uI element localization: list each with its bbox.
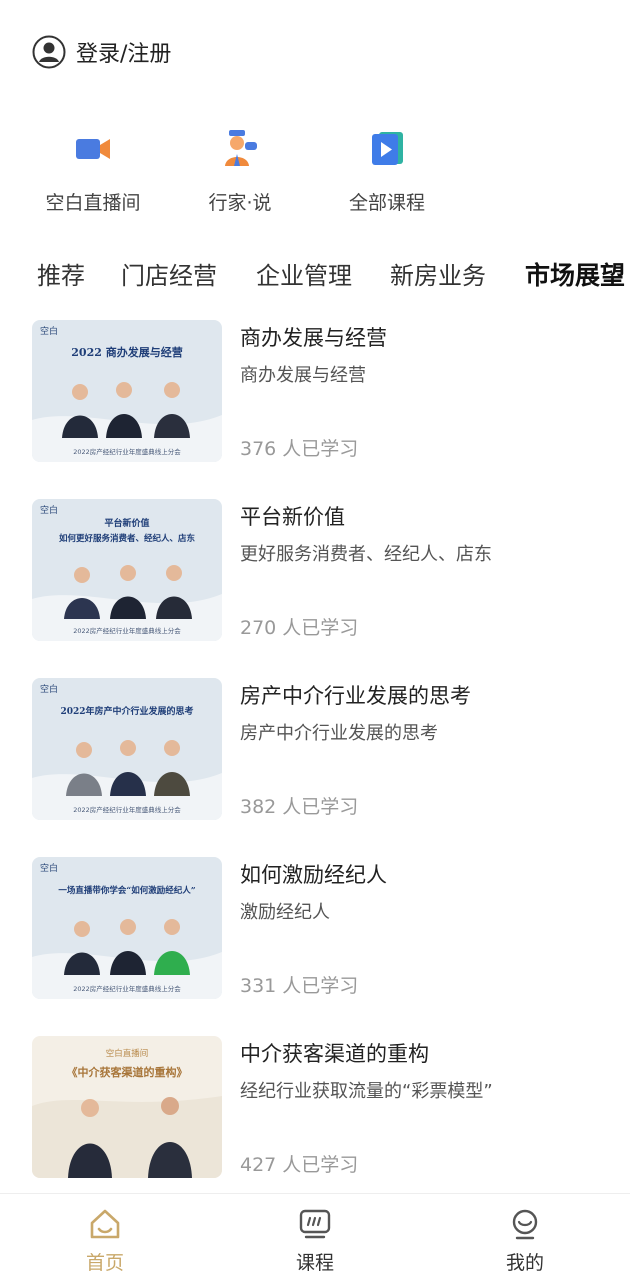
course-subtitle: 经纪行业获取流量的“彩票模型” bbox=[240, 1081, 493, 1102]
tab-recommend[interactable]: 推荐 bbox=[37, 256, 85, 291]
play-book-icon bbox=[372, 132, 403, 165]
course-learner-count: 270 人已学习 bbox=[240, 617, 359, 639]
quick-links: 空白直播间 行家·说 全部课程 bbox=[0, 128, 630, 228]
user-circle-icon bbox=[32, 35, 66, 69]
thumb-logo: 空白 bbox=[40, 683, 58, 695]
course-subtitle: 激励经纪人 bbox=[240, 902, 330, 923]
speaker-person-icon bbox=[225, 130, 257, 166]
thumb-heading: 平台新价值 bbox=[104, 517, 149, 529]
thumb-footer: 2022房产经纪行业年度盛典线上分会 bbox=[73, 805, 181, 814]
course-learner-count: 382 人已学习 bbox=[240, 796, 359, 818]
video-camera-icon bbox=[76, 139, 110, 159]
course-thumbnail: 空白 一场直播带你学会“如何激励经纪人” 2022房产经纪行业年度盛典线上分会 bbox=[32, 857, 222, 999]
thumb-heading: 2022 商办发展与经营 bbox=[71, 345, 182, 359]
quick-link-all-courses[interactable]: 全部课程 bbox=[322, 128, 452, 215]
quick-link-label: 行家·说 bbox=[208, 192, 272, 214]
course-title: 房产中介行业发展的思考 bbox=[240, 684, 471, 708]
course-title: 如何激励经纪人 bbox=[240, 863, 387, 887]
tab-new-home-business[interactable]: 新房业务 bbox=[390, 256, 486, 291]
login-register-label: 登录/注册 bbox=[76, 42, 172, 67]
login-register-button[interactable]: 登录/注册 bbox=[32, 34, 171, 70]
course-item[interactable]: 空白 一场直播带你学会“如何激励经纪人” 2022房产经纪行业年度盛典线上分会 … bbox=[0, 855, 630, 1000]
category-tabs: 推荐 门店经营 企业管理 新房业务 市场展望 bbox=[0, 256, 630, 300]
quick-link-live-room[interactable]: 空白直播间 bbox=[28, 128, 158, 215]
course-screen-icon bbox=[299, 1209, 331, 1239]
nav-courses[interactable]: 课程 bbox=[255, 1206, 375, 1275]
thumb-heading: 一场直播带你学会“如何激励经纪人” bbox=[58, 885, 195, 896]
course-item[interactable]: 空白 2022年房产中介行业发展的思考 2022房产经纪行业年度盛典线上分会 房… bbox=[0, 676, 630, 821]
course-thumbnail: 空白直播间 《中介获客渠道的重构》 bbox=[32, 1036, 222, 1178]
course-title: 平台新价值 bbox=[240, 505, 345, 529]
nav-profile[interactable]: 我的 bbox=[465, 1206, 585, 1275]
thumb-logo: 空白 bbox=[40, 862, 58, 874]
course-title: 中介获客渠道的重构 bbox=[240, 1042, 429, 1066]
thumb-footer: 2022房产经纪行业年度盛典线上分会 bbox=[73, 984, 181, 993]
nav-label: 我的 bbox=[505, 1252, 544, 1274]
course-learner-count: 427 人已学习 bbox=[240, 1154, 359, 1176]
profile-icon bbox=[512, 1209, 538, 1240]
course-subtitle: 商办发展与经营 bbox=[240, 365, 366, 386]
course-subtitle: 房产中介行业发展的思考 bbox=[240, 723, 438, 744]
course-item[interactable]: 空白 平台新价值 如何更好服务消费者、经纪人、店东 2022房产经纪行业年度盛典… bbox=[0, 497, 630, 642]
tab-enterprise-management[interactable]: 企业管理 bbox=[256, 256, 352, 291]
thumb-heading: 《中介获客渠道的重构》 bbox=[67, 1065, 188, 1079]
course-title: 商办发展与经营 bbox=[240, 326, 387, 350]
tab-store-operation[interactable]: 门店经营 bbox=[121, 256, 217, 291]
thumb-logo: 空白 bbox=[40, 325, 58, 337]
quick-link-label: 空白直播间 bbox=[45, 192, 141, 214]
quick-link-label: 全部课程 bbox=[348, 192, 425, 214]
nav-label: 课程 bbox=[295, 1252, 334, 1274]
tab-market-outlook[interactable]: 市场展望 bbox=[525, 256, 625, 292]
course-learner-count: 376 人已学习 bbox=[240, 438, 359, 460]
course-item[interactable]: 空白直播间 《中介获客渠道的重构》 中介获客渠道的重构 经纪行业获取流量的“彩票… bbox=[0, 1034, 630, 1179]
course-thumbnail: 空白 2022年房产中介行业发展的思考 2022房产经纪行业年度盛典线上分会 bbox=[32, 678, 222, 820]
quick-link-expert-talk[interactable]: 行家·说 bbox=[175, 128, 305, 215]
thumb-footer: 2022房产经纪行业年度盛典线上分会 bbox=[73, 626, 181, 635]
thumb-heading: 2022年房产中介行业发展的思考 bbox=[60, 705, 193, 717]
nav-home[interactable]: 首页 bbox=[45, 1206, 165, 1275]
thumb-heading-secondary: 如何更好服务消费者、经纪人、店东 bbox=[59, 533, 196, 544]
course-learner-count: 331 人已学习 bbox=[240, 975, 359, 997]
bottom-navigation: 首页 课程 我的 bbox=[0, 1193, 630, 1280]
home-icon bbox=[90, 1209, 120, 1239]
course-subtitle: 更好服务消费者、经纪人、店东 bbox=[240, 544, 492, 565]
nav-label: 首页 bbox=[85, 1252, 124, 1274]
thumb-logo: 空白直播间 bbox=[106, 1048, 149, 1059]
course-item[interactable]: 空白 2022 商办发展与经营 2022房产经纪行业年度盛典线上分会 商办发展与… bbox=[0, 318, 630, 463]
course-thumbnail: 空白 2022 商办发展与经营 2022房产经纪行业年度盛典线上分会 bbox=[32, 320, 222, 462]
course-thumbnail: 空白 平台新价值 如何更好服务消费者、经纪人、店东 2022房产经纪行业年度盛典… bbox=[32, 499, 222, 641]
thumb-footer: 2022房产经纪行业年度盛典线上分会 bbox=[73, 447, 181, 456]
thumb-logo: 空白 bbox=[40, 504, 58, 516]
